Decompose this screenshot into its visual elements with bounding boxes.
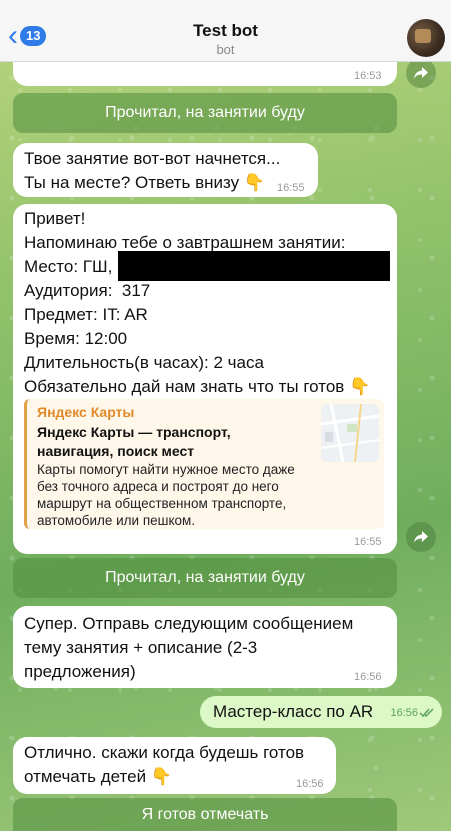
message-text: Твое занятие вот-вот начнется...: [24, 149, 281, 168]
message-text: Аудитория: 317: [24, 281, 151, 300]
message-text: тему занятия + описание (2-3: [24, 638, 258, 657]
message-bubble: Отлично. скажи когда будешь готов отмеча…: [13, 737, 336, 794]
message-text: Место: ГШ,: [24, 257, 113, 276]
message-text: Привет!: [24, 209, 86, 228]
message-text: Обязательно дай нам знать что ты готов 👇: [24, 377, 371, 396]
message-time: 16:55: [277, 182, 305, 194]
message-time: 16:53: [354, 70, 382, 82]
message-text: Длительность(в часах): 2 часа: [24, 353, 264, 372]
message-text: Ты на месте? Ответь внизу 👇: [24, 173, 266, 192]
message-time: 16:56: [354, 671, 382, 683]
message-text: Отлично. скажи когда будешь готов: [24, 743, 305, 762]
message-text: Супер. Отправь следующим сообщением: [24, 614, 354, 633]
preview-title: Яндекс Карты — транспорт, навигация, пои…: [37, 424, 231, 459]
chat-header: ‹ 13 Test bot bot: [0, 0, 451, 62]
message-time: 16:55: [354, 536, 382, 548]
chat-subtitle: bot: [216, 42, 235, 57]
inline-keyboard-button[interactable]: Прочитал, на занятии буду: [13, 93, 397, 133]
message-text: предложения): [24, 662, 136, 681]
message-time: 16:56: [390, 707, 418, 719]
double-check-icon: [419, 708, 434, 718]
inline-keyboard-button[interactable]: Прочитал, на занятии буду: [13, 558, 397, 598]
redacted-block: [118, 251, 390, 281]
message-text: отмечать детей 👇: [24, 767, 172, 786]
message-text: Время: 12:00: [24, 329, 128, 348]
map-thumbnail-icon: [321, 404, 379, 462]
message-time: 16:56: [296, 778, 324, 790]
forward-button[interactable]: [406, 58, 436, 88]
inline-keyboard-button[interactable]: Я готов отмечать: [13, 798, 397, 831]
message-bubble: Супер. Отправь следующим сообщением тему…: [13, 606, 397, 688]
message-text: Мастер-класс по AR: [213, 702, 374, 721]
share-icon: [414, 531, 428, 543]
avatar[interactable]: [407, 19, 445, 57]
chat-title[interactable]: Test bot: [0, 21, 451, 41]
message-text: Напоминаю тебе о завтрашнем занятии:: [24, 233, 346, 252]
link-preview[interactable]: Яндекс Карты Яндекс Карты — транспорт, н…: [24, 399, 384, 529]
preview-description: Карты помогут найти нужное место даже бе…: [37, 462, 295, 528]
preview-source: Яндекс Карты: [37, 404, 135, 420]
forward-button[interactable]: [406, 522, 436, 552]
share-icon: [414, 67, 428, 79]
outgoing-message-bubble: Мастер-класс по AR 16:56: [200, 696, 442, 728]
message-text: Предмет: IT: AR: [24, 305, 148, 324]
message-bubble: Твое занятие вот-вот начнется... Ты на м…: [13, 143, 318, 197]
